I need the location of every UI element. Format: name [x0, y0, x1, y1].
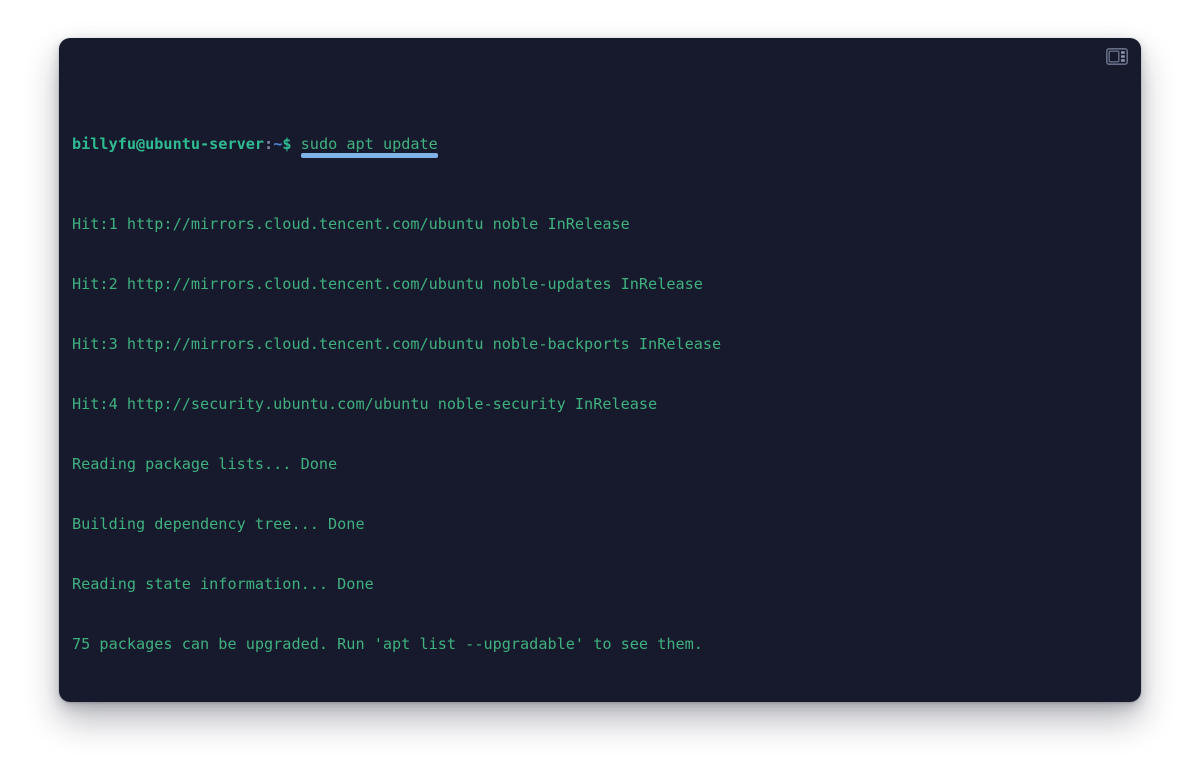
- output-text: Hit:3 http://mirrors.cloud.tencent.com/u…: [72, 335, 722, 353]
- output-line: 75 packages can be upgraded. Run 'apt li…: [72, 634, 1131, 654]
- command-underline: [300, 153, 438, 158]
- typed-command[interactable]: sudo apt update: [300, 134, 438, 158]
- panel-layout-icon[interactable]: [1106, 48, 1128, 65]
- output-text: Reading package lists... Done: [72, 455, 338, 473]
- output-text: Reading state information... Done: [72, 575, 374, 593]
- prompt-path: ~: [273, 135, 283, 153]
- output-text: Hit:2 http://mirrors.cloud.tencent.com/u…: [72, 275, 703, 293]
- output-line: Hit:4 http://security.ubuntu.com/ubuntu …: [72, 394, 1131, 414]
- output-text: Building dependency tree... Done: [72, 515, 365, 533]
- output-text: 75 packages can be upgraded. Run 'apt li…: [72, 635, 703, 653]
- output-line: Hit:2 http://mirrors.cloud.tencent.com/u…: [72, 274, 1131, 294]
- output-line: Building dependency tree... Done: [72, 514, 1131, 534]
- output-line: Reading state information... Done: [72, 574, 1131, 594]
- prompt-user-host: billyfu@ubuntu-server: [72, 135, 265, 153]
- output-line: Reading package lists... Done: [72, 454, 1131, 474]
- output-line: Hit:3 http://mirrors.cloud.tencent.com/u…: [72, 334, 1131, 354]
- typed-command-text: sudo apt update: [300, 135, 438, 153]
- output-text: Hit:4 http://security.ubuntu.com/ubuntu …: [72, 395, 658, 413]
- output-line: Hit:1 http://mirrors.cloud.tencent.com/u…: [72, 214, 1131, 234]
- prompt-dollar: $: [282, 135, 292, 153]
- terminal-titlebar: [59, 38, 1141, 68]
- terminal-window: billyfu@ubuntu-server:~$ sudo apt update…: [59, 38, 1141, 702]
- output-text: Hit:1 http://mirrors.cloud.tencent.com/u…: [72, 215, 630, 233]
- terminal-output-area[interactable]: billyfu@ubuntu-server:~$ sudo apt update…: [72, 74, 1131, 694]
- prompt-colon: :: [264, 135, 274, 153]
- page-root: billyfu@ubuntu-server:~$ sudo apt update…: [0, 0, 1200, 781]
- command-line: billyfu@ubuntu-server:~$ sudo apt update: [72, 134, 1131, 158]
